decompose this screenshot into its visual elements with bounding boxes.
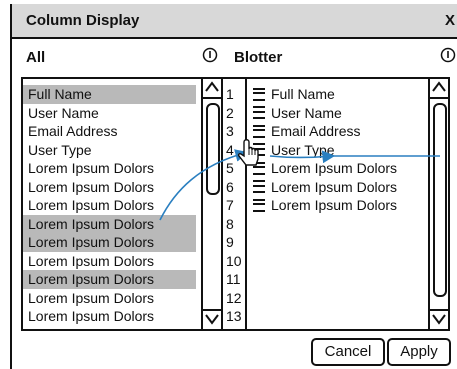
drag-arrow [269,150,336,164]
hand-cursor-icon [237,139,259,166]
drag-arrow [159,149,249,221]
drag-drop-overlay [159,139,440,221]
